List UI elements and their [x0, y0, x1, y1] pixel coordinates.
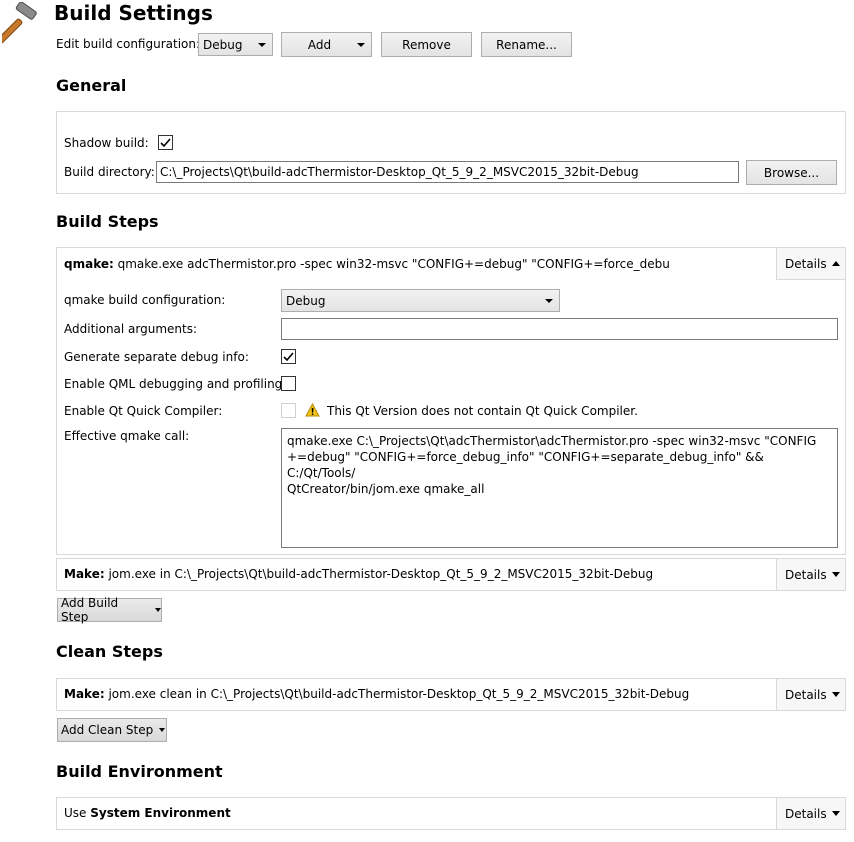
edit-config-label: Edit build configuration: [56, 37, 201, 51]
qmake-details-label: Details [785, 256, 827, 271]
qmake-step-text: qmake.exe adcThermistor.pro -spec win32-… [117, 257, 670, 271]
quick-compiler-warning: This Qt Version does not contain Qt Quic… [327, 404, 638, 418]
rename-config-button[interactable]: Rename... [481, 32, 572, 57]
shadow-build-checkbox[interactable] [158, 135, 173, 150]
quick-compiler-checkbox[interactable] [281, 403, 296, 418]
build-env-summary: Use System Environment [64, 806, 764, 820]
add-clean-step-button[interactable]: Add Clean Step [57, 718, 167, 742]
page-title: Build Settings [54, 1, 213, 25]
clean-details-button[interactable]: Details [776, 679, 845, 710]
qmake-details-button[interactable]: Details [776, 248, 845, 280]
qml-debug-label: Enable QML debugging and profiling: [64, 377, 287, 391]
additional-args-field[interactable] [281, 318, 838, 340]
hammer-icon [0, 1, 42, 44]
separate-debug-checkbox[interactable] [281, 349, 296, 364]
general-section-title: General [56, 76, 127, 95]
build-env-name: System Environment [90, 806, 231, 820]
clean-steps-section-title: Clean Steps [56, 642, 163, 661]
build-config-select[interactable]: Debug [198, 33, 273, 56]
qmake-step-name: qmake: [64, 257, 114, 271]
build-env-section-title: Build Environment [56, 762, 223, 781]
build-directory-field[interactable]: C:\_Projects\Qt\build-adcThermistor-Desk… [156, 161, 739, 183]
effective-call-textarea[interactable]: qmake.exe C:\_Projects\Qt\adcThermistor\… [281, 428, 838, 548]
build-env-details-button[interactable]: Details [776, 798, 845, 829]
chevron-down-icon [545, 298, 553, 303]
add-config-button[interactable]: Add [281, 32, 372, 57]
chevron-down-icon [159, 728, 166, 732]
build-steps-section-title: Build Steps [56, 212, 159, 231]
warning-icon [305, 402, 320, 417]
make-step-text: jom.exe in C:\_Projects\Qt\build-adcTher… [108, 567, 654, 581]
clean-step-text: jom.exe clean in C:\_Projects\Qt\build-a… [108, 687, 690, 701]
quick-compiler-label: Enable Qt Quick Compiler: [64, 404, 223, 418]
clean-step-summary: Make: jom.exe clean in C:\_Projects\Qt\b… [64, 687, 764, 701]
qmake-build-config-value: Debug [286, 293, 326, 308]
browse-button[interactable]: Browse... [746, 160, 837, 185]
make-step-summary: Make: jom.exe in C:\_Projects\Qt\build-a… [64, 567, 764, 581]
chevron-down-icon [831, 572, 840, 577]
chevron-down-icon [155, 608, 161, 612]
add-clean-step-label: Add Clean Step [61, 723, 154, 737]
remove-config-button[interactable]: Remove [381, 32, 472, 57]
clean-step-name: Make: [64, 687, 105, 701]
build-config-value: Debug [203, 37, 243, 52]
add-build-step-button[interactable]: Add Build Step [57, 596, 162, 624]
chevron-down-icon [831, 811, 840, 816]
separate-debug-label: Generate separate debug info: [64, 350, 249, 364]
check-icon [283, 352, 294, 362]
make-step-name: Make: [64, 567, 105, 581]
chevron-down-icon [357, 42, 365, 47]
clean-details-label: Details [785, 687, 827, 702]
chevron-up-icon [831, 261, 840, 266]
qmake-build-config-label: qmake build configuration: [64, 293, 226, 307]
effective-call-label: Effective qmake call: [64, 429, 190, 443]
build-directory-label: Build directory: [64, 165, 155, 179]
make-details-button[interactable]: Details [776, 559, 845, 590]
build-env-use-label: Use [64, 806, 87, 820]
add-config-label: Add [307, 37, 332, 52]
build-env-details-label: Details [785, 806, 827, 821]
shadow-build-label: Shadow build: [64, 136, 149, 150]
chevron-down-icon [258, 42, 266, 47]
additional-args-label: Additional arguments: [64, 322, 198, 336]
qml-debug-checkbox[interactable] [281, 376, 296, 391]
qmake-step-summary: qmake: qmake.exe adcThermistor.pro -spec… [64, 257, 670, 271]
qmake-build-config-select[interactable]: Debug [281, 289, 560, 312]
add-build-step-label: Add Build Step [61, 596, 119, 624]
make-details-label: Details [785, 567, 827, 582]
chevron-down-icon [831, 692, 840, 697]
check-icon [160, 138, 171, 148]
